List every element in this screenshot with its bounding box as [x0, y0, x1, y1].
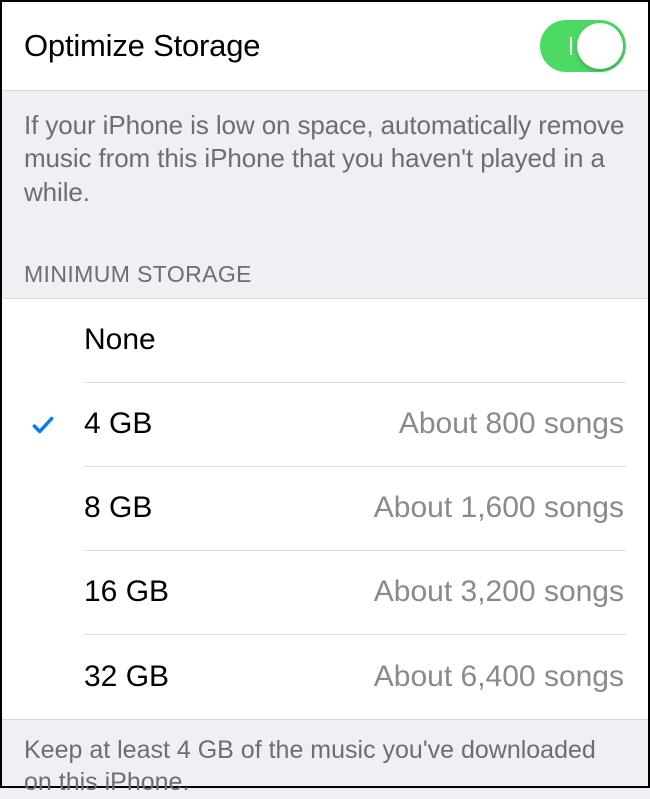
optimize-storage-toggle[interactable]: [540, 20, 626, 72]
option-4gb[interactable]: 4 GB About 800 songs: [2, 383, 648, 467]
option-label: None: [84, 323, 156, 357]
checkmark-icon: [30, 412, 56, 438]
option-none[interactable]: None: [2, 299, 648, 383]
option-sub: About 800 songs: [399, 407, 624, 441]
check-slot: [2, 412, 84, 438]
storage-options-list: None 4 GB About 800 songs 8 GB About 1,6…: [2, 298, 648, 720]
description-text: If your iPhone is low on space, automati…: [2, 91, 648, 209]
footer-text: Keep at least 4 GB of the music you've d…: [2, 720, 648, 799]
option-label: 8 GB: [84, 491, 152, 525]
option-sub: About 6,400 songs: [374, 660, 624, 694]
option-sub: About 1,600 songs: [374, 491, 624, 525]
minimum-storage-header: MINIMUM STORAGE: [2, 209, 648, 298]
option-sub: About 3,200 songs: [374, 575, 624, 609]
option-32gb[interactable]: 32 GB About 6,400 songs: [2, 635, 648, 719]
option-16gb[interactable]: 16 GB About 3,200 songs: [2, 551, 648, 635]
optimize-storage-row: Optimize Storage: [2, 2, 648, 91]
option-label: 16 GB: [84, 575, 169, 609]
option-8gb[interactable]: 8 GB About 1,600 songs: [2, 467, 648, 551]
toggle-knob: [577, 23, 623, 69]
option-label: 32 GB: [84, 660, 169, 694]
option-label: 4 GB: [84, 407, 152, 441]
optimize-storage-label: Optimize Storage: [24, 28, 260, 64]
